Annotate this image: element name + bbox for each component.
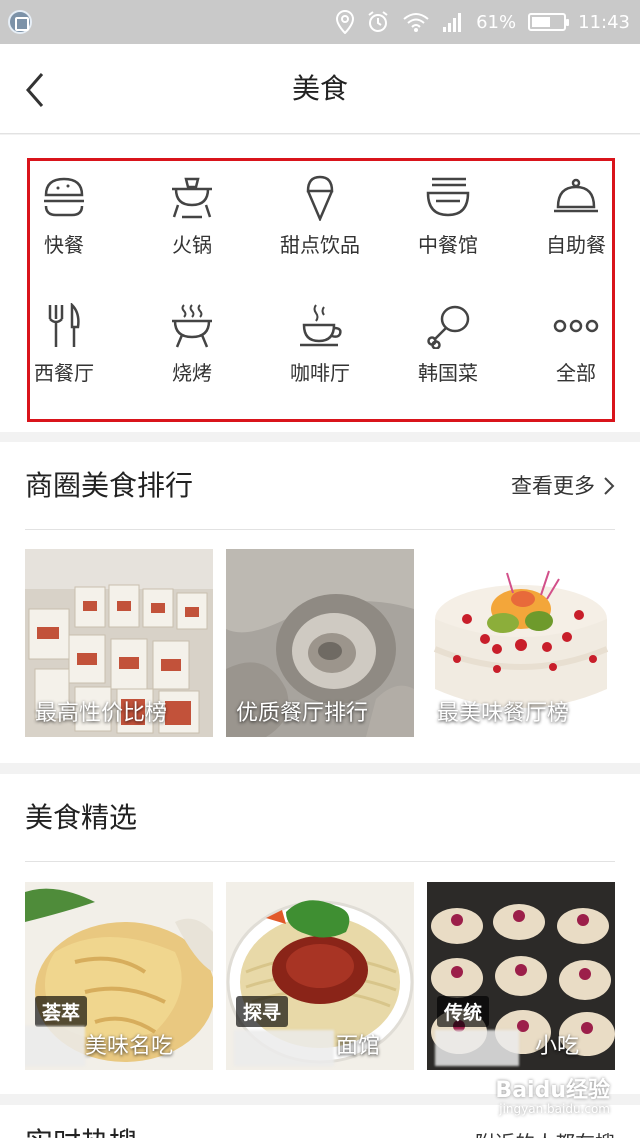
category-label: 火锅 bbox=[172, 233, 212, 257]
featured-card-snack[interactable]: 传统 小吃 bbox=[427, 882, 615, 1070]
battery-level bbox=[532, 17, 551, 27]
category-fast-food[interactable]: 快餐 bbox=[0, 175, 128, 293]
category-label: 韩国菜 bbox=[418, 361, 478, 385]
category-bbq[interactable]: 烧烤 bbox=[128, 303, 256, 421]
category-label: 中餐馆 bbox=[418, 233, 478, 257]
card-label: 面馆 bbox=[336, 1034, 381, 1059]
category-buffet[interactable]: 自助餐 bbox=[512, 175, 640, 293]
ranking-card-value[interactable]: 最高性价比榜 bbox=[25, 549, 213, 737]
card-label: 优质餐厅排行 bbox=[236, 701, 369, 726]
category-korean[interactable]: 韩国菜 bbox=[384, 303, 512, 421]
see-more-link[interactable]: 查看更多 bbox=[511, 442, 615, 530]
battery-percent: 61% bbox=[476, 11, 517, 33]
ranking-section: 商圈美食排行 查看更多 最高性价比榜 优质餐厅排行 最美味餐厅榜 bbox=[0, 442, 640, 763]
category-hotpot[interactable]: 火锅 bbox=[128, 175, 256, 293]
ranking-card-tasty[interactable]: 最美味餐厅榜 bbox=[427, 549, 615, 737]
hot-search-title: 实时热搜 bbox=[25, 1121, 137, 1138]
burger-icon bbox=[44, 177, 84, 217]
category-label: 西餐厅 bbox=[34, 361, 94, 385]
header: 美食 bbox=[0, 44, 640, 134]
card-label: 最高性价比榜 bbox=[35, 701, 168, 726]
ranking-title: 商圈美食排行 bbox=[25, 469, 194, 502]
card-label: 美味名吃 bbox=[85, 1034, 174, 1059]
gallery-app-icon bbox=[8, 10, 32, 34]
page-title: 美食 bbox=[291, 72, 348, 105]
category-grid: 快餐 火锅 甜点饮品 中餐馆 自助餐 西餐厅 烧烤 咖啡厅 韩国菜 全部 bbox=[0, 135, 640, 432]
watermark-sub: jingyan.baidu.com bbox=[499, 1102, 610, 1116]
signal-icon bbox=[443, 13, 462, 32]
category-cafe[interactable]: 咖啡厅 bbox=[256, 303, 384, 421]
clock: 11:43 bbox=[578, 11, 630, 33]
more-dots-icon bbox=[553, 319, 599, 333]
category-all[interactable]: 全部 bbox=[512, 303, 640, 421]
watermark-main: Baidu经验 bbox=[495, 1078, 610, 1103]
wifi-icon bbox=[403, 13, 429, 32]
ranking-header: 商圈美食排行 查看更多 bbox=[25, 442, 615, 530]
category-label: 快餐 bbox=[44, 233, 84, 257]
grill-icon bbox=[172, 304, 212, 348]
redacted-text bbox=[25, 1026, 85, 1066]
featured-section: 美食精选 荟萃 美味名吃 探寻 面馆 传统 小吃 bbox=[0, 774, 640, 1094]
battery-icon bbox=[528, 13, 570, 31]
category-dessert-drinks[interactable]: 甜点饮品 bbox=[256, 175, 384, 293]
drumstick-icon bbox=[427, 305, 470, 349]
card-label: 小吃 bbox=[535, 1034, 580, 1059]
baidu-watermark: Baidu经验 jingyan.baidu.com bbox=[490, 1066, 610, 1126]
featured-card-famous[interactable]: 荟萃 美味名吃 bbox=[25, 882, 213, 1070]
featured-badge: 传统 bbox=[437, 996, 490, 1027]
featured-card-noodle[interactable]: 探寻 面馆 bbox=[226, 882, 414, 1070]
ranking-card-quality[interactable]: 优质餐厅排行 bbox=[226, 549, 414, 737]
category-label: 烧烤 bbox=[172, 361, 212, 385]
category-label: 咖啡厅 bbox=[290, 361, 350, 385]
location-icon bbox=[336, 10, 355, 34]
status-bar: 61% 11:43 bbox=[0, 0, 640, 44]
cloche-icon bbox=[554, 178, 598, 213]
alarm-icon bbox=[368, 11, 388, 32]
ice-cream-icon bbox=[306, 175, 334, 221]
category-label: 全部 bbox=[556, 361, 596, 385]
noodle-bowl-icon bbox=[426, 177, 470, 217]
featured-header: 美食精选 bbox=[25, 774, 615, 862]
card-label: 最美味餐厅榜 bbox=[437, 701, 570, 726]
redacted-text bbox=[234, 1030, 334, 1066]
status-icons: 61% 11:43 bbox=[336, 0, 630, 44]
see-more-label: 查看更多 bbox=[511, 474, 595, 498]
category-label: 自助餐 bbox=[546, 233, 606, 257]
chevron-right-icon bbox=[604, 477, 615, 495]
fork-knife-icon bbox=[48, 303, 80, 347]
category-label: 甜点饮品 bbox=[280, 233, 360, 257]
featured-title: 美食精选 bbox=[25, 801, 138, 834]
featured-badge: 探寻 bbox=[236, 996, 289, 1027]
hotpot-icon bbox=[172, 177, 212, 219]
redacted-text bbox=[435, 1030, 519, 1066]
nearby-search-link[interactable]: 附近的人都在搜 bbox=[475, 1127, 615, 1138]
coffee-cup-icon bbox=[300, 304, 342, 347]
featured-badge: 荟萃 bbox=[35, 996, 88, 1027]
category-western[interactable]: 西餐厅 bbox=[0, 303, 128, 421]
category-chinese[interactable]: 中餐馆 bbox=[384, 175, 512, 293]
